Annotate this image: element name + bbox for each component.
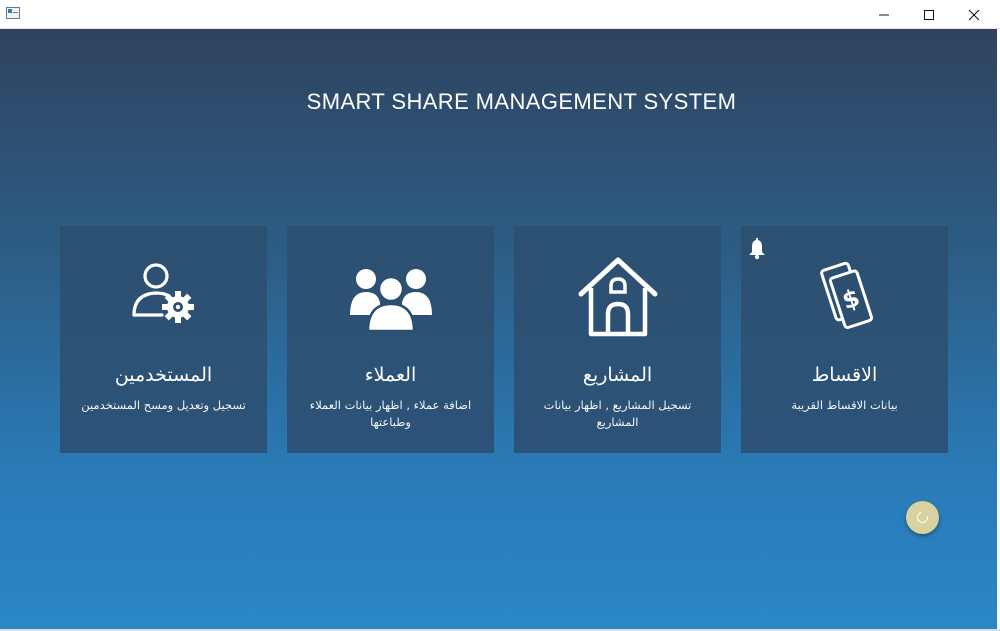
tile-users-title: المستخدمين	[114, 364, 213, 386]
app-title: SMART SHARE MANAGEMENT SYSTEM	[306, 89, 737, 114]
tile-installments-title: الاقساط	[811, 364, 878, 386]
minimize-icon	[879, 14, 889, 15]
app-window-icon	[6, 7, 20, 19]
main-window-content: SMART SHARE MANAGEMENT SYSTEM المستخدمين…	[0, 29, 997, 629]
maximize-icon	[924, 9, 934, 20]
tile-projects-title: المشاريع	[582, 364, 653, 386]
group-icon	[346, 252, 436, 342]
tile-installments[interactable]: $ الاقساط بيانات الاقساط القريبة	[741, 226, 948, 453]
refresh-icon	[914, 509, 931, 526]
tile-installments-description: بيانات الاقساط القريبة	[791, 398, 898, 412]
close-icon	[968, 9, 980, 20]
close-button[interactable]	[951, 0, 997, 29]
tile-projects-description: تسجيل المشاريع , اظهار بيانات المشاريع	[543, 398, 692, 429]
tile-users[interactable]: المستخدمين تسجيل وتعديل ومسح المستخدمين	[60, 226, 267, 453]
window-titlebar[interactable]	[0, 0, 1000, 29]
tile-projects[interactable]: المشاريع تسجيل المشاريع , اظهار بيانات ا…	[514, 226, 721, 453]
refresh-button[interactable]	[906, 501, 939, 534]
tile-customers-title: العملاء	[364, 364, 417, 386]
user-gear-icon	[119, 252, 209, 342]
minimize-button[interactable]	[861, 0, 907, 29]
tile-customers[interactable]: العملاء اضافة عملاء , اظهار بيانات العمل…	[287, 226, 494, 453]
bell-icon	[749, 238, 765, 260]
money-icon: $	[800, 252, 890, 342]
tile-users-description: تسجيل وتعديل ومسح المستخدمين	[81, 398, 246, 412]
house-icon	[573, 252, 663, 342]
maximize-button[interactable]	[906, 0, 952, 29]
tile-customers-description: اضافة عملاء , اظهار بيانات العملاء وطباع…	[309, 398, 472, 429]
